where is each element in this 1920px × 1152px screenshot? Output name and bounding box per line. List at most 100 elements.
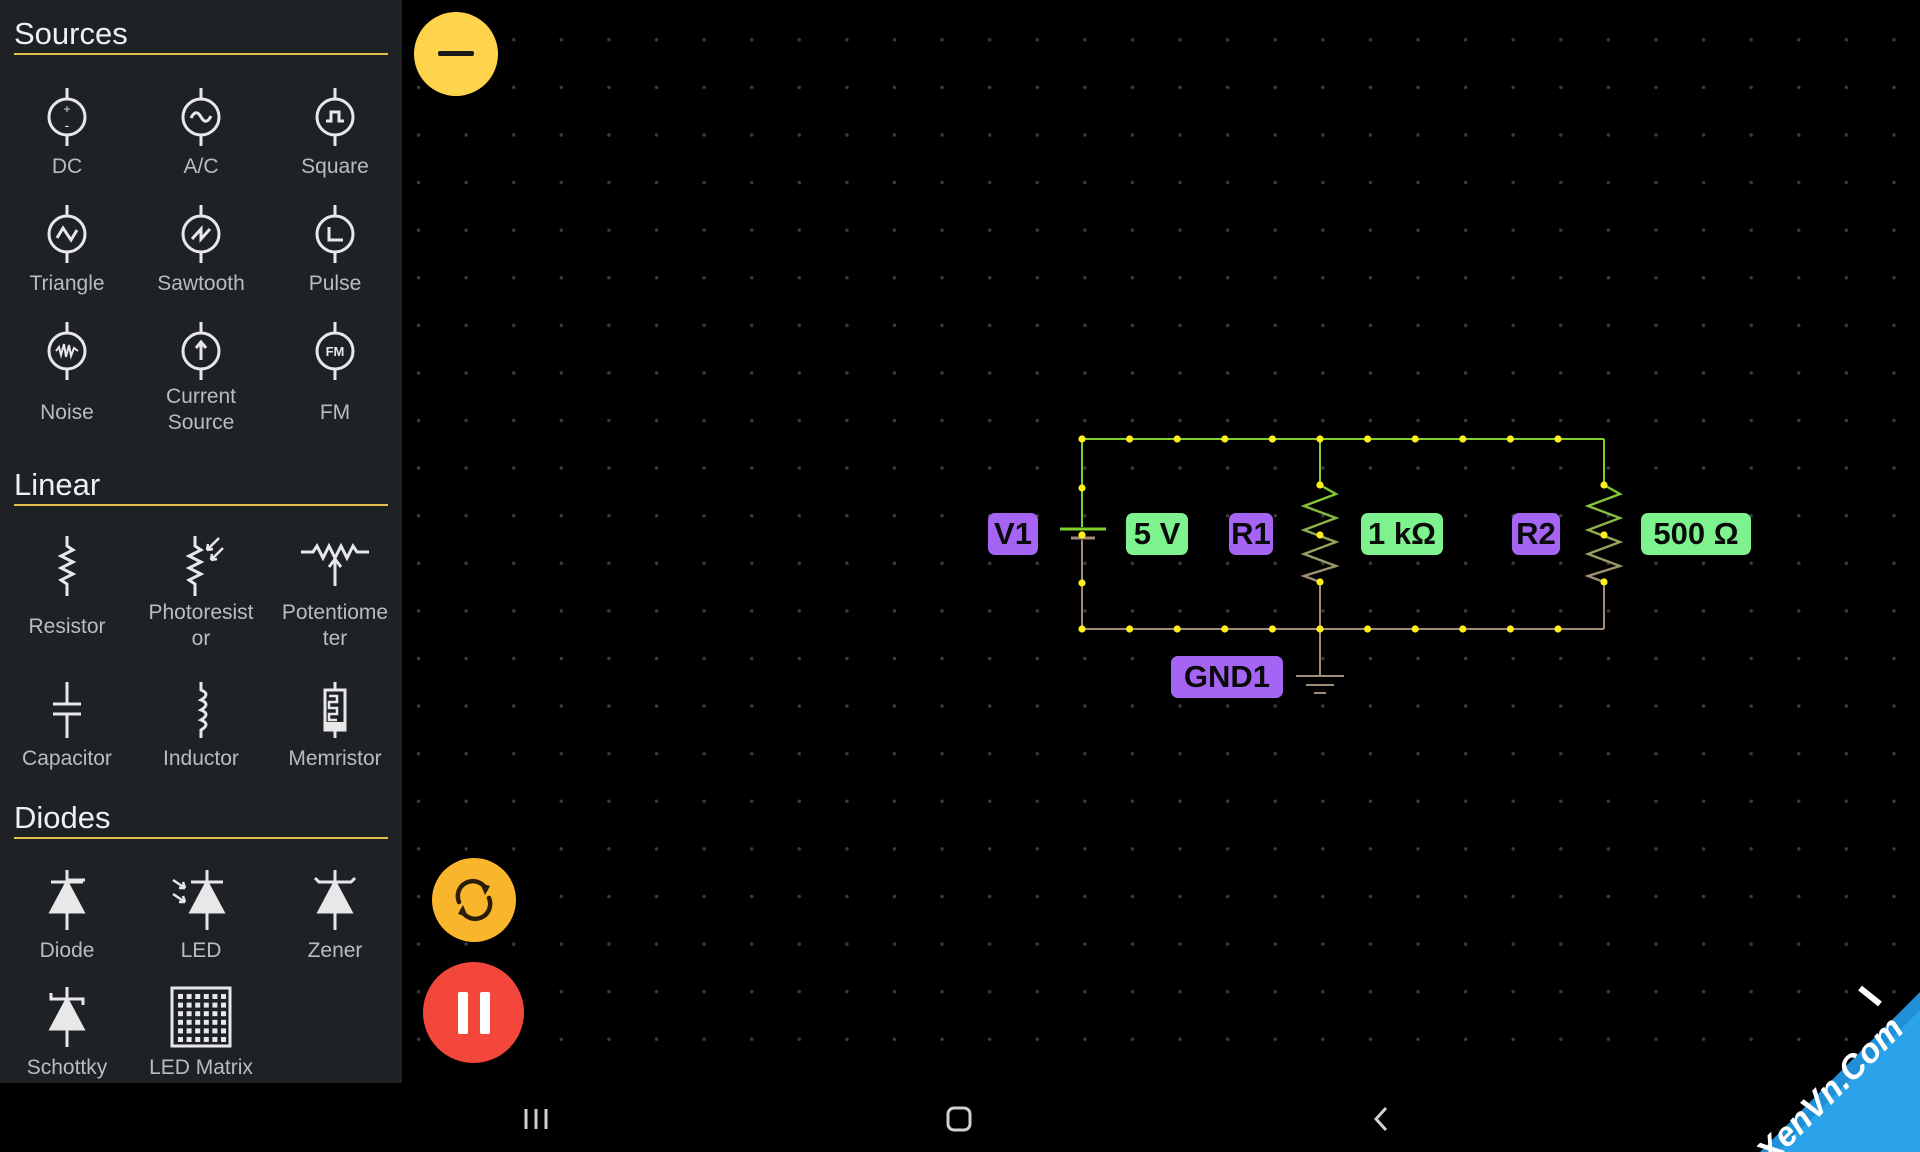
component-palette[interactable]: Sources Linear Diodes + - DC A/C Square T… [0, 0, 402, 1083]
palette-item-inductor[interactable]: Inductor [134, 680, 268, 772]
palette-item-triangle[interactable]: Triangle [0, 203, 134, 297]
matrix-dot [186, 994, 192, 999]
matrix-dot [178, 1002, 183, 1008]
palette-item-label: A/C [183, 155, 219, 178]
palette-item-label: Photoresist or [134, 600, 268, 652]
dc-source-icon: +- [47, 88, 87, 146]
reset-simulation-button[interactable] [432, 858, 516, 942]
wire-node [1600, 578, 1608, 586]
palette-item-square[interactable]: Square [268, 86, 402, 180]
matrix-dot [178, 1011, 183, 1017]
memristor-icon [323, 682, 347, 738]
matrix-dot [212, 994, 218, 999]
palette-item-label: Memristor [288, 747, 382, 770]
palette-item-memristor[interactable]: Memristor [268, 680, 402, 772]
matrix-dot [221, 1011, 226, 1017]
palette-item-schottky[interactable]: Schottky [0, 985, 134, 1081]
palette-item-led-matrix[interactable]: LED Matrix [134, 985, 268, 1081]
palette-item-diode[interactable]: Diode [0, 868, 134, 964]
ground-symbol [1296, 675, 1344, 694]
palette-item-label: Inductor [163, 747, 239, 770]
palette-item-label: Current Source [134, 384, 268, 436]
home-icon[interactable] [945, 1105, 973, 1133]
palette-item-label: Triangle [29, 272, 105, 295]
palette-item-label: Noise [40, 401, 94, 424]
matrix-dot [178, 1037, 183, 1042]
palette-item-zener[interactable]: Zener [268, 868, 402, 964]
wire-node [1078, 435, 1086, 443]
refresh-icon [455, 878, 493, 922]
wire-node [1221, 435, 1229, 443]
tag-text: GND1 [1183, 659, 1271, 694]
palette-item-potentiometer[interactable]: Potentiome ter [268, 534, 402, 652]
matrix-dot [195, 1019, 201, 1025]
section-title-sources: Sources [14, 17, 388, 55]
palette-item-label: Resistor [28, 615, 106, 638]
matrix-dot [186, 1028, 192, 1034]
palette-item-capacitor[interactable]: Capacitor [0, 680, 134, 772]
label-line-2: ter [322, 627, 348, 650]
matrix-dot [203, 1028, 209, 1034]
wire-node [1459, 435, 1467, 443]
wire-node [1600, 481, 1608, 489]
wire-node [1364, 435, 1372, 443]
back-icon[interactable] [1370, 1105, 1392, 1133]
wire-node [1316, 578, 1324, 586]
wire-node [1078, 484, 1086, 492]
component-id-tag-r2[interactable]: R2 [1512, 513, 1560, 555]
component-value-tag-r2[interactable]: 500 Ω [1641, 513, 1751, 555]
palette-item-noise[interactable]: Noise [0, 320, 134, 426]
component-id-tag-gnd1[interactable]: GND1 [1171, 656, 1283, 698]
component-value-tag-r1[interactable]: 1 kΩ [1361, 513, 1443, 555]
palette-item-current-source[interactable]: Current Source [134, 320, 268, 436]
palette-item-label: LED [180, 939, 222, 962]
component-id-tag-r1[interactable]: R1 [1229, 513, 1273, 555]
matrix-dot [212, 1019, 218, 1025]
collapse-palette-button[interactable] [414, 12, 498, 96]
wire-node [1554, 435, 1562, 443]
zener-icon [313, 870, 357, 930]
wire-node [1411, 625, 1419, 633]
label-line-2: or [191, 627, 211, 650]
matrix-dot [178, 1028, 183, 1034]
sawtooth-source-icon [181, 205, 221, 263]
wire-node [1268, 435, 1276, 443]
matrix-dot [203, 1037, 209, 1042]
matrix-dot [212, 1028, 218, 1034]
tag-text: R1 [1231, 516, 1271, 551]
palette-item-ac[interactable]: A/C [134, 86, 268, 180]
palette-item-sawtooth[interactable]: Sawtooth [134, 203, 268, 297]
matrix-dot [203, 1019, 209, 1025]
pause-simulation-button[interactable] [423, 962, 524, 1063]
palette-item-dc[interactable]: + - DC [0, 86, 134, 180]
palette-item-pulse[interactable]: Pulse [268, 203, 402, 297]
matrix-dot [221, 994, 226, 999]
potentiometer-icon [301, 542, 369, 586]
matrix-dot [195, 1011, 201, 1017]
schottky-icon [48, 987, 86, 1047]
component-value-tag-v1[interactable]: 5 V [1126, 513, 1188, 555]
svg-text:-: - [65, 117, 70, 133]
palette-item-label: DC [51, 155, 83, 178]
square-source-icon [315, 88, 355, 146]
wire-node [1554, 625, 1562, 633]
palette-item-label: Sawtooth [157, 272, 245, 295]
recent-apps-icon[interactable] [522, 1107, 552, 1131]
palette-item-label: FM [319, 401, 351, 424]
matrix-dot [221, 1028, 226, 1034]
palette-item-label: Pulse [308, 272, 362, 295]
wire-node [1459, 625, 1467, 633]
palette-item-led[interactable]: LED [134, 868, 268, 964]
palette-item-resistor[interactable]: Resistor [0, 534, 134, 640]
palette-item-fm[interactable]: FM FM [268, 320, 402, 426]
matrix-dot [195, 1037, 201, 1042]
wire-node [1268, 625, 1276, 633]
wire-node [1173, 435, 1181, 443]
matrix-dot [212, 1011, 218, 1017]
matrix-dot [195, 1002, 201, 1008]
matrix-dot [186, 1011, 192, 1017]
diode-icon [48, 870, 86, 930]
component-id-tag-v1[interactable]: V1 [988, 513, 1038, 555]
wire-node [1364, 625, 1372, 633]
palette-item-photoresistor[interactable]: Photoresist or [134, 534, 268, 652]
